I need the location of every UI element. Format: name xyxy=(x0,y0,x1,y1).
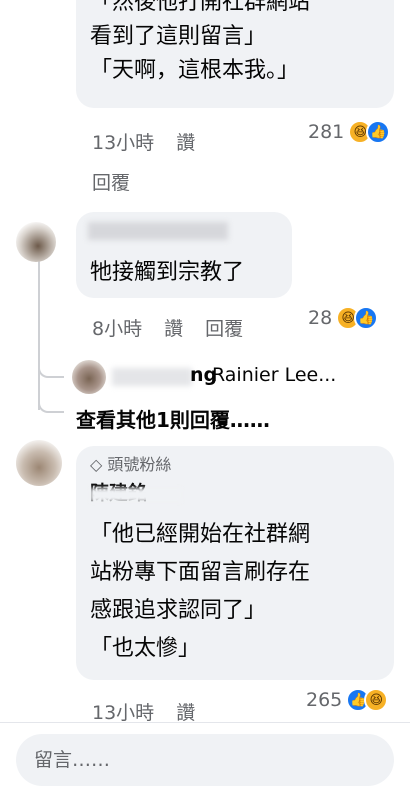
comment-line: 「也太慘」 xyxy=(90,636,201,661)
thread-branch xyxy=(38,395,64,413)
author-name-redacted xyxy=(88,222,228,240)
view-more-replies-link[interactable]: 查看其他1則回覆…… xyxy=(76,404,270,433)
reaction-summary[interactable]: 281 😆 👍 xyxy=(308,120,391,144)
reply-bubble: 牠接觸到宗教了 xyxy=(76,212,292,298)
like-button[interactable]: 讚 xyxy=(164,318,183,340)
reply-button[interactable]: 回覆 xyxy=(205,318,243,340)
reaction-summary[interactable]: 265 👍 😆 xyxy=(306,688,389,712)
comment-line: 站粉專下面留言刷存在 xyxy=(90,560,311,585)
reply-text: 牠接觸到宗教了 xyxy=(90,260,245,285)
reaction-summary[interactable]: 28 😆 👍 xyxy=(308,306,379,330)
thread-branch xyxy=(38,360,64,378)
avatar[interactable] xyxy=(16,222,56,262)
comment-line: 「然後他打開社群網站 xyxy=(90,0,311,15)
thread-line xyxy=(38,250,40,410)
badge-label: 頭號粉絲 xyxy=(107,455,172,474)
comment-bubble: 「然後他打開社群網站 看到了這則留言」 「天啊，這根本我。」 xyxy=(76,0,394,108)
like-button[interactable]: 讚 xyxy=(176,132,195,154)
avatar[interactable] xyxy=(16,440,62,486)
reaction-count: 281 xyxy=(308,121,345,143)
like-reaction-icon: 👍 xyxy=(366,120,391,144)
comment-time: 13小時 xyxy=(92,702,155,724)
author-name-redacted xyxy=(90,488,182,502)
like-reaction-icon: 👍 xyxy=(354,306,379,330)
avatar[interactable] xyxy=(72,360,106,394)
comment-author[interactable]: 陳建銘 xyxy=(90,478,380,506)
reply-author-name[interactable]: Rainier Lee... xyxy=(212,364,336,386)
reply-button[interactable]: 回覆 xyxy=(92,168,130,195)
comment-actions: 13小時讚 xyxy=(92,698,217,725)
comment-line: 看到了這則留言」 xyxy=(90,24,267,49)
comment-line: 感跟追求認同了」 xyxy=(90,598,267,623)
haha-reaction-icon: 😆 xyxy=(364,688,389,712)
comment-actions: 13小時讚 xyxy=(92,128,217,155)
diamond-icon: ◇ xyxy=(90,455,103,474)
comment-bubble: ◇ 頭號粉絲 陳建銘 「他已經開始在社群網 站粉專下面留言刷存在 感跟追求認同了… xyxy=(76,446,394,680)
reply-time: 8小時 xyxy=(92,318,143,340)
reaction-count: 28 xyxy=(308,307,333,329)
comment-time: 13小時 xyxy=(92,132,155,154)
like-button[interactable]: 讚 xyxy=(176,702,195,724)
author-name-redacted xyxy=(112,368,192,386)
comment-line: 「他已經開始在社群網 xyxy=(90,522,311,547)
reaction-count: 265 xyxy=(306,689,343,711)
reply-actions: 8小時讚回覆 xyxy=(92,314,265,341)
comment-input[interactable]: 留言…… xyxy=(16,734,394,786)
divider xyxy=(0,722,410,723)
comment-line: 「天啊，這根本我。」 xyxy=(90,58,300,83)
top-fan-badge: ◇ 頭號粉絲 xyxy=(90,452,380,478)
